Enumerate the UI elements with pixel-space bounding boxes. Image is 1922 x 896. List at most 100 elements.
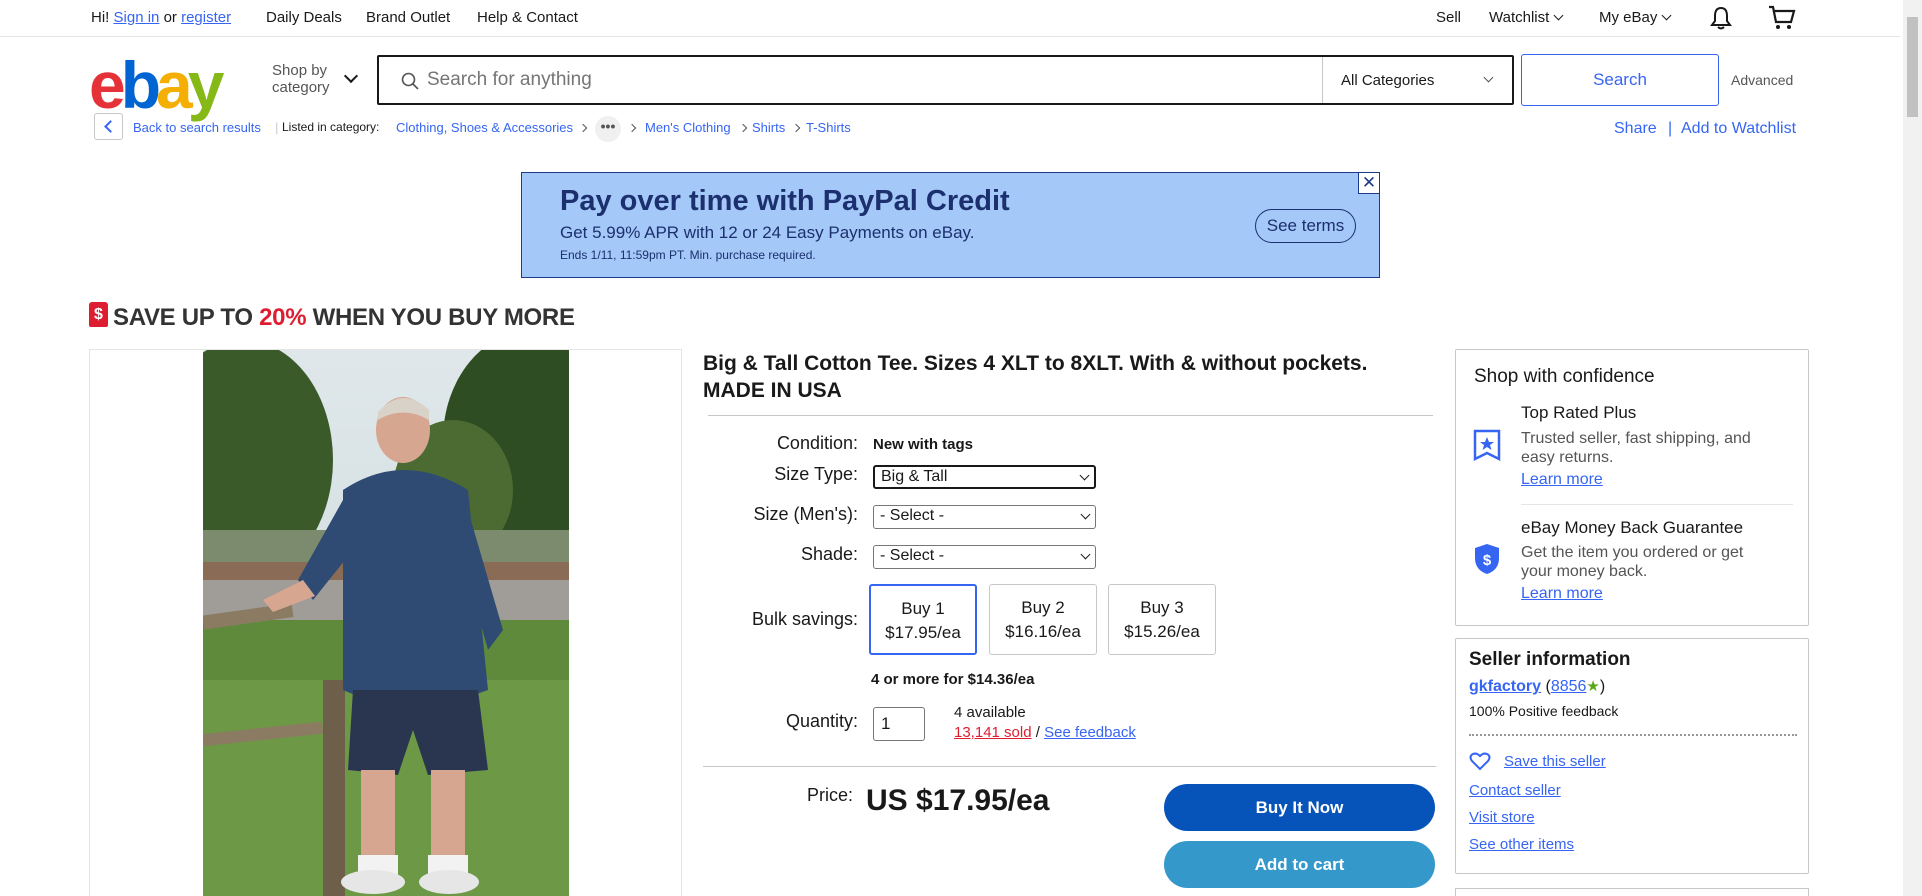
heart-icon[interactable]	[1469, 752, 1491, 771]
promo-post: WHEN YOU BUY MORE	[312, 304, 575, 331]
ad-subtext: Get 5.99% APR with 12 or 24 Easy Payment…	[560, 223, 975, 242]
seller-score-link[interactable]: 8856	[1551, 678, 1587, 695]
money-back-shield-icon: $	[1475, 544, 1499, 574]
promo-percent: 20%	[259, 304, 307, 331]
chevron-down-icon	[1079, 470, 1090, 481]
brand-outlet-link[interactable]: Brand Outlet	[366, 9, 450, 26]
greeting: Hi! Sign in or register	[91, 9, 231, 26]
breadcrumb-divider: |	[275, 120, 279, 135]
see-feedback-link[interactable]: See feedback	[1044, 724, 1136, 741]
store-card-partial	[1455, 888, 1809, 896]
money-back-text-2: your money back.	[1521, 563, 1648, 580]
bulk-option-3[interactable]: Buy 3 $15.26/ea	[1108, 584, 1216, 655]
share-divider: |	[1668, 120, 1673, 137]
quantity-input[interactable]: 1	[873, 707, 925, 741]
crumb-shirts[interactable]: Shirts	[752, 120, 785, 135]
see-terms-button[interactable]: See terms	[1255, 209, 1356, 243]
chevron-down-icon	[1661, 10, 1672, 21]
shop-with-confidence-box: Shop with confidence Top Rated Plus Trus…	[1455, 349, 1809, 626]
bulk-qty: Buy 3	[1140, 598, 1184, 617]
daily-deals-link[interactable]: Daily Deals	[266, 9, 342, 26]
bulk-qty: Buy 1	[901, 599, 945, 618]
condition-label: Condition:	[776, 433, 858, 453]
cart-icon[interactable]	[1768, 5, 1796, 31]
bulk-price: $15.26/ea	[1124, 622, 1200, 641]
close-ad-icon[interactable]: ✕	[1358, 173, 1379, 194]
money-back-learn-more-link[interactable]: Learn more	[1521, 585, 1603, 603]
save-up-banner: SAVE UP TO 20% WHEN YOU BUY MORE	[113, 304, 575, 332]
product-photo[interactable]	[203, 350, 569, 896]
advanced-search-link[interactable]: Advanced	[1731, 72, 1793, 88]
contact-seller-link[interactable]: Contact seller	[1469, 782, 1561, 799]
visit-store-link[interactable]: Visit store	[1469, 809, 1535, 826]
chevron-right-icon	[791, 123, 801, 133]
divider	[1521, 504, 1793, 505]
register-link[interactable]: register	[181, 9, 231, 26]
divider	[708, 415, 1433, 416]
save-seller-link[interactable]: Save this seller	[1504, 753, 1606, 770]
page-scrollbar[interactable]	[1903, 0, 1922, 896]
share-link[interactable]: Share	[1614, 120, 1657, 138]
search-button[interactable]: Search	[1521, 54, 1719, 106]
sold-count-link[interactable]: 13,141 sold	[954, 724, 1032, 741]
notification-bell-icon[interactable]	[1710, 6, 1732, 30]
watchlist-menu[interactable]: Watchlist	[1489, 9, 1564, 26]
search-icon	[401, 72, 419, 90]
shade-label: Shade:	[800, 544, 858, 564]
or-text: or	[163, 9, 177, 26]
bulk-option-1[interactable]: Buy 1 $17.95/ea	[869, 584, 977, 655]
bulk-option-2[interactable]: Buy 2 $16.16/ea	[989, 584, 1097, 655]
crumb-clothing[interactable]: Clothing, Shoes & Accessories	[396, 120, 573, 135]
listed-in-label: Listed in category:	[282, 120, 380, 134]
crumb-t-shirts[interactable]: T-Shirts	[806, 120, 851, 135]
star-icon: ★	[1586, 678, 1600, 695]
shade-select[interactable]: - Select -	[873, 545, 1096, 569]
help-contact-link[interactable]: Help & Contact	[477, 9, 578, 26]
add-to-watchlist-link[interactable]: Add to Watchlist	[1681, 120, 1796, 138]
money-back-text-1: Get the item you ordered or get	[1521, 544, 1744, 561]
see-other-items-link[interactable]: See other items	[1469, 836, 1574, 853]
buy-it-now-button[interactable]: Buy It Now	[1164, 784, 1435, 831]
scrollbar-thumb[interactable]	[1907, 17, 1918, 117]
ad-headline: Pay over time with PayPal Credit	[560, 185, 1010, 217]
available-text: 4 available	[954, 704, 1026, 721]
size-select[interactable]: - Select -	[873, 505, 1096, 529]
top-nav: Hi! Sign in or register Daily Deals Bran…	[0, 0, 1900, 37]
chevron-right-icon	[578, 123, 588, 133]
seller-name-link[interactable]: gkfactory	[1469, 678, 1541, 695]
chevron-down-icon	[343, 68, 359, 84]
search-input[interactable]	[427, 65, 1347, 95]
shop-by-category[interactable]: Shop by category	[272, 62, 359, 96]
top-rated-learn-more-link[interactable]: Learn more	[1521, 471, 1603, 489]
ebay-logo[interactable]: ebay	[89, 52, 224, 118]
chevron-down-icon	[1080, 509, 1091, 520]
top-rated-text-2: easy returns.	[1521, 449, 1614, 466]
back-button[interactable]	[94, 113, 123, 140]
bulk-more-text: 4 or more for $14.36/ea	[871, 671, 1035, 688]
sign-in-link[interactable]: Sign in	[114, 9, 160, 26]
paypal-credit-ad[interactable]: Pay over time with PayPal Credit Get 5.9…	[521, 172, 1380, 278]
top-rated-title: Top Rated Plus	[1521, 403, 1637, 422]
my-ebay-menu[interactable]: My eBay	[1599, 9, 1672, 26]
top-rated-text-1: Trusted seller, fast shipping, and	[1521, 430, 1751, 447]
my-ebay-label: My eBay	[1599, 9, 1658, 26]
sell-link[interactable]: Sell	[1436, 9, 1461, 26]
more-crumbs-button[interactable]: •••	[595, 116, 621, 142]
size-type-value: Big & Tall	[881, 468, 948, 485]
bulk-price: $17.95/ea	[885, 623, 961, 642]
sold-feedback-row: 13,141 sold / See feedback	[954, 724, 1136, 741]
category-select[interactable]: All Categories	[1322, 57, 1512, 103]
seller-info-title: Seller information	[1469, 649, 1631, 670]
positive-feedback-text: 100% Positive feedback	[1469, 703, 1619, 719]
back-to-search-link[interactable]: Back to search results	[133, 120, 261, 135]
size-type-select[interactable]: Big & Tall	[873, 465, 1096, 489]
svg-text:$: $	[1483, 552, 1492, 569]
greeting-text: Hi!	[91, 9, 110, 26]
size-label: Size (Men's):	[753, 504, 858, 524]
dotted-divider	[1469, 734, 1797, 736]
product-photo-image	[203, 350, 569, 896]
crumb-mens-clothing[interactable]: Men's Clothing	[645, 120, 731, 135]
chevron-left-icon	[104, 120, 117, 133]
add-to-cart-button[interactable]: Add to cart	[1164, 841, 1435, 888]
price-label: Price:	[806, 785, 853, 805]
